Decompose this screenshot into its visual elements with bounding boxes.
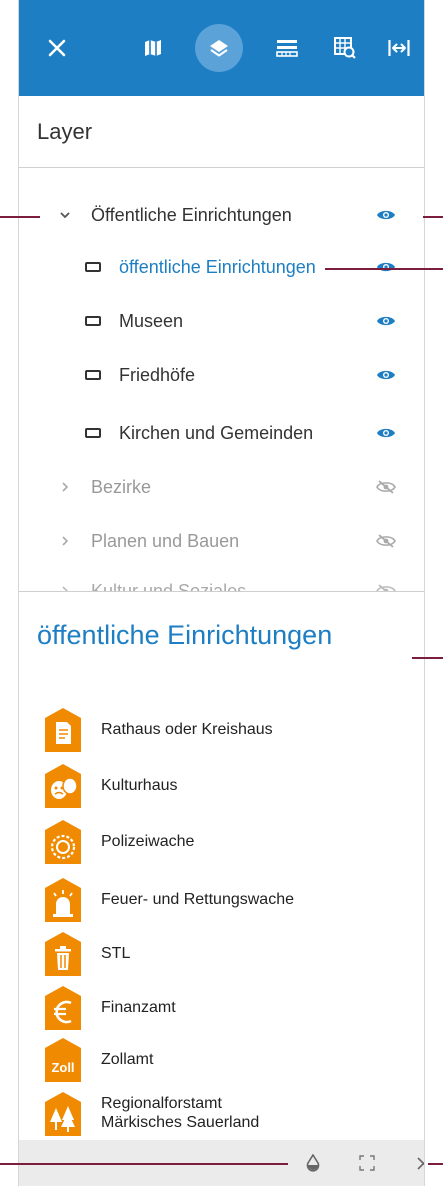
layer-label: Planen und Bauen	[91, 530, 240, 551]
layer-item-friedhoefe[interactable]: Friedhöfe	[19, 350, 424, 400]
search-map-icon	[334, 37, 356, 59]
callout-line	[423, 216, 443, 218]
legend-item: Regionalforstamt Märkisches Sauerland	[45, 1092, 405, 1136]
layer-panel: Layer Öffentliche Einrichtungen öffentli…	[18, 0, 425, 1186]
zoom-to-extent-button[interactable]	[355, 1151, 379, 1175]
search-map-button[interactable]	[321, 24, 369, 72]
layer-group-planen-und-bauen[interactable]: Planen und Bauen	[19, 516, 424, 566]
eye-off-icon[interactable]	[376, 534, 396, 548]
legend-label: Kulturhaus	[101, 777, 178, 794]
trash-bin-icon	[45, 932, 81, 976]
customs-icon: Zoll	[45, 1038, 81, 1082]
layer-section-title: Layer	[19, 96, 424, 168]
map-button[interactable]	[129, 24, 177, 72]
legend-label: Feuer- und Rettungswache	[101, 891, 294, 908]
chevron-right-icon[interactable]	[57, 533, 73, 549]
legend-title: öffentliche Einrichtungen	[37, 620, 333, 650]
layer-group-oeffentliche-einrichtungen[interactable]: Öffentliche Einrichtungen	[19, 190, 424, 240]
layer-label: Kultur und Soziales	[91, 580, 247, 592]
forest-icon	[45, 1092, 81, 1136]
expand-width-icon	[388, 40, 410, 56]
remove-button[interactable]	[411, 1151, 424, 1175]
eye-icon[interactable]	[376, 208, 396, 222]
svg-text:Zoll: Zoll	[51, 1060, 74, 1075]
layer-label: Friedhöfe	[119, 364, 196, 385]
layer-group-bezirke[interactable]: Bezirke	[19, 462, 424, 512]
legend-item: Rathaus oder Kreishaus	[45, 708, 405, 752]
siren-icon	[45, 878, 81, 922]
opacity-button[interactable]	[301, 1151, 325, 1175]
remove-icon	[416, 1156, 424, 1170]
layer-label: Museen	[119, 310, 184, 331]
callout-line	[0, 1163, 288, 1165]
layer-label: Bezirke	[91, 476, 152, 497]
close-button[interactable]	[33, 24, 81, 72]
expand-width-button[interactable]	[375, 24, 423, 72]
legend-label: Regionalforstamt Märkisches Sauerland	[101, 1094, 259, 1132]
legend-icon	[276, 40, 298, 57]
layer-type-icon	[85, 428, 101, 438]
legend-button[interactable]	[263, 24, 311, 72]
legend-label: Polizeiwache	[101, 833, 195, 850]
legend-item: Finanzamt	[45, 986, 405, 1030]
legend-label-line2: Märkisches Sauerland	[101, 1114, 260, 1131]
layer-label: Kirchen und Gemeinden	[119, 422, 314, 443]
legend-label: Zollamt	[101, 1051, 154, 1068]
opacity-icon	[306, 1154, 320, 1172]
chevron-right-icon[interactable]	[57, 583, 73, 592]
callout-line	[428, 1163, 443, 1165]
close-icon	[48, 39, 66, 57]
layer-type-icon	[85, 316, 101, 326]
layers-icon	[210, 40, 228, 57]
layer-label-selected: öffentliche Einrichtungen	[119, 256, 316, 277]
layer-item-oeffentliche-einrichtungen[interactable]: öffentliche Einrichtungen	[19, 242, 424, 292]
layer-group-kultur-und-soziales[interactable]: Kultur und Soziales	[19, 566, 424, 592]
callout-line	[412, 657, 443, 659]
legend-item: STL	[45, 932, 405, 976]
layer-tree: Öffentliche Einrichtungen öffentliche Ei…	[19, 168, 424, 592]
layers-button[interactable]	[195, 24, 243, 72]
layer-type-icon	[85, 370, 101, 380]
chevron-down-icon[interactable]	[57, 207, 73, 223]
callout-line	[0, 216, 40, 218]
eye-off-icon[interactable]	[376, 480, 396, 494]
legend-label: Rathaus oder Kreishaus	[101, 721, 273, 738]
eye-icon[interactable]	[376, 314, 396, 328]
layer-label: Öffentliche Einrichtungen	[91, 204, 292, 225]
eye-icon[interactable]	[376, 426, 396, 440]
legend-label: STL	[101, 945, 131, 962]
legend-label: Finanzamt	[101, 999, 176, 1016]
layer-item-kirchen[interactable]: Kirchen und Gemeinden	[19, 408, 424, 458]
theater-masks-icon	[45, 764, 81, 808]
layer-type-icon	[85, 262, 101, 272]
legend-item: Polizeiwache	[45, 820, 405, 864]
euro-icon	[45, 986, 81, 1030]
eye-icon[interactable]	[376, 368, 396, 382]
legend-label-line1: Regionalforstamt	[101, 1095, 222, 1112]
zoom-to-extent-icon	[359, 1155, 375, 1171]
map-icon	[145, 40, 161, 56]
legend-item: Feuer- und Rettungswache	[45, 878, 405, 922]
layer-item-museen[interactable]: Museen	[19, 296, 424, 346]
chevron-right-icon[interactable]	[57, 479, 73, 495]
legend-item: Kulturhaus	[45, 764, 405, 808]
callout-line	[325, 268, 443, 270]
eye-off-icon[interactable]	[376, 584, 396, 592]
police-star-icon	[45, 820, 81, 864]
legend-item: Zoll Zollamt	[45, 1038, 405, 1082]
toolbar	[19, 0, 424, 96]
document-icon	[45, 708, 81, 752]
eye-icon[interactable]	[376, 260, 396, 274]
